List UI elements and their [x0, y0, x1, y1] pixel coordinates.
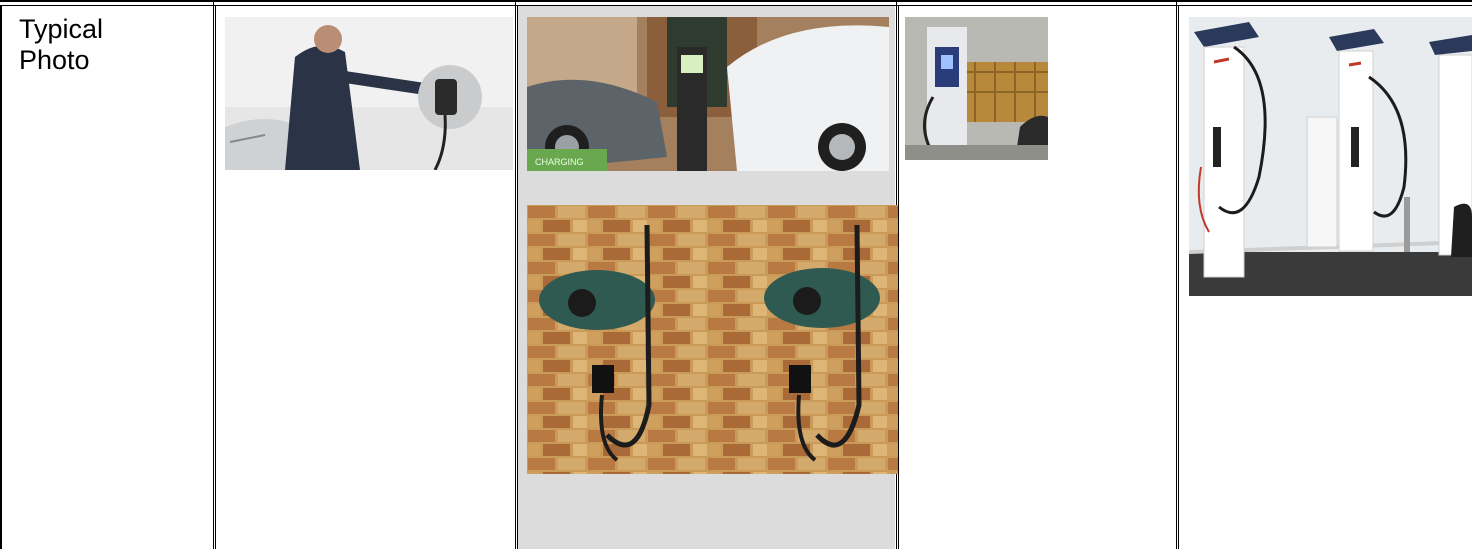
- row-label-typical-photo: Typical Photo: [19, 14, 104, 75]
- ultra-rapid-charging-station-photo: [1189, 17, 1472, 296]
- charger-comparison-table: Typical Photo CHARGING: [0, 0, 1472, 549]
- column-border: [517, 5, 518, 549]
- column-border: [1178, 5, 1179, 549]
- wall-mounted-twin-chargers-photo: [527, 205, 898, 474]
- column-border: [898, 5, 899, 549]
- column-border: [213, 5, 214, 549]
- column-border: [1176, 5, 1177, 549]
- column-border-left: [0, 5, 2, 549]
- home-wall-charger-photo: [225, 17, 513, 170]
- column-border: [515, 5, 516, 549]
- rapid-charger-unit-photo: [905, 17, 1048, 160]
- svg-text:CHARGING: CHARGING: [535, 157, 584, 167]
- column-border: [215, 5, 216, 549]
- street-charging-post-photo: CHARGING: [527, 17, 889, 171]
